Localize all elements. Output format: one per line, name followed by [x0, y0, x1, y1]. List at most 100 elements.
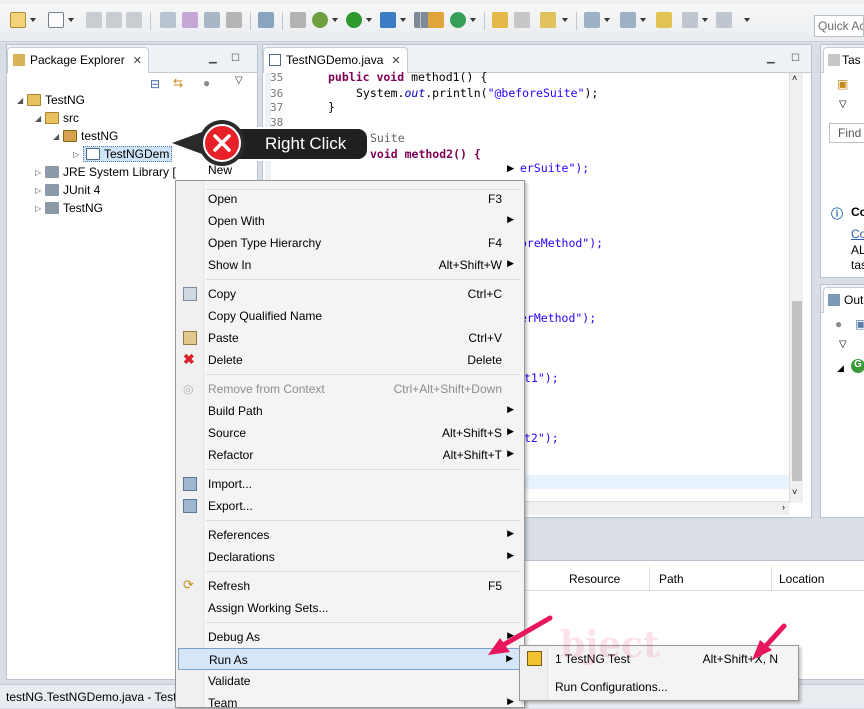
forward-icon[interactable] — [716, 12, 732, 28]
menu-item-delete[interactable]: ✖ Delete Delete — [178, 349, 522, 371]
new-icon[interactable] — [10, 12, 26, 28]
collapse-arrow-icon[interactable]: ▷ — [35, 204, 45, 213]
chevron-up-icon[interactable]: ˄ — [792, 73, 797, 83]
chevron-down-icon[interactable] — [400, 18, 406, 22]
menu-item-copy-qualified-name[interactable]: Copy Qualified Name — [178, 305, 522, 327]
chevron-down-icon[interactable] — [470, 18, 476, 22]
library-icon — [45, 184, 59, 196]
expand-arrow-icon[interactable]: ◢ — [35, 114, 45, 123]
collapse-all-icon[interactable]: ⊟ — [150, 77, 160, 91]
tree-item-testng-lib[interactable]: ▷ TestNG — [35, 199, 103, 217]
chevron-down-icon[interactable] — [332, 18, 338, 22]
menu-item-copy[interactable]: Copy Ctrl+C — [178, 283, 522, 305]
run-icon[interactable] — [346, 12, 362, 28]
maximize-icon[interactable]: ☐ — [791, 53, 800, 64]
save-all-icon[interactable] — [106, 12, 122, 28]
new-file-icon[interactable] — [48, 12, 64, 28]
view-menu-icon[interactable]: ▽ — [839, 339, 847, 350]
menu-item-references[interactable]: References ▶ — [178, 524, 522, 546]
menu-item-refresh[interactable]: ⟳ Refresh F5 — [178, 575, 522, 597]
sort-icon[interactable]: ▣ — [855, 317, 864, 331]
new-task-icon[interactable]: ▣ — [837, 77, 848, 91]
focus-task-icon[interactable]: ● — [203, 76, 210, 90]
chevron-down-icon[interactable] — [640, 18, 646, 22]
back-icon[interactable] — [682, 12, 698, 28]
column-path[interactable]: Path — [659, 572, 684, 586]
pin-icon[interactable] — [160, 12, 176, 28]
editor-vertical-scrollbar[interactable]: ˄ ˅ — [789, 73, 803, 503]
open-type-icon[interactable] — [492, 12, 508, 28]
find-input[interactable]: Find — [829, 123, 864, 143]
skip-breakpoints-icon[interactable] — [258, 12, 274, 28]
maximize-icon[interactable]: ☐ — [231, 53, 240, 64]
print-icon[interactable] — [126, 12, 142, 28]
chevron-down-icon[interactable] — [562, 18, 568, 22]
chevron-right-icon[interactable]: › — [782, 502, 785, 512]
menu-item-assign-working-sets[interactable]: Assign Working Sets... — [178, 597, 522, 619]
tree-item-src[interactable]: ◢ src — [35, 109, 79, 127]
menu-item-show-in[interactable]: Show In Alt+Shift+W ▶ — [178, 254, 522, 276]
menu-item-source[interactable]: Source Alt+Shift+S ▶ — [178, 422, 522, 444]
menu-item-declarations[interactable]: Declarations ▶ — [178, 546, 522, 568]
menu-item-open-type-hierarchy[interactable]: Open Type Hierarchy F4 — [178, 232, 522, 254]
tree-item-junit[interactable]: ▷ JUnit 4 — [35, 181, 100, 199]
menu-item-run-as[interactable]: Run As ▶ — [178, 648, 522, 670]
chevron-down-icon[interactable]: ˅ — [792, 487, 797, 497]
chevron-down-icon[interactable] — [604, 18, 610, 22]
tree-item-testng-project[interactable]: ◢ TestNG — [17, 91, 85, 109]
close-icon[interactable]: ✕ — [133, 55, 142, 67]
menu-item-export[interactable]: Export... — [178, 495, 522, 517]
toggle-icon[interactable] — [204, 12, 220, 28]
menu-item-import[interactable]: Import... — [178, 473, 522, 495]
save-icon[interactable] — [86, 12, 102, 28]
tab-task-list[interactable]: Tas — [823, 47, 864, 73]
tab-outline[interactable]: Out — [823, 287, 864, 313]
collapse-arrow-icon[interactable]: ▷ — [35, 168, 45, 177]
minimize-icon[interactable]: ▁ — [767, 53, 775, 64]
column-resource[interactable]: Resource — [569, 572, 620, 586]
info-link[interactable]: Co — [851, 227, 864, 241]
chevron-down-icon[interactable] — [702, 18, 708, 22]
menu-item-debug-as[interactable]: Debug As ▶ — [178, 626, 522, 648]
column-location[interactable]: Location — [779, 572, 824, 586]
menu-item-refactor[interactable]: Refactor Alt+Shift+T ▶ — [178, 444, 522, 466]
minimize-icon[interactable]: ▁ — [209, 53, 217, 64]
quick-access-input[interactable]: Quick Access — [814, 15, 864, 37]
menu-item-validate[interactable]: Validate — [178, 670, 522, 692]
wand-icon[interactable] — [182, 12, 198, 28]
expand-arrow-icon[interactable]: ◢ — [837, 363, 844, 374]
new-class-icon[interactable] — [450, 12, 466, 28]
prev-annotation-icon[interactable] — [620, 12, 636, 28]
menu-item-paste[interactable]: Paste Ctrl+V — [178, 327, 522, 349]
close-icon[interactable]: ✕ — [391, 55, 400, 67]
next-annotation-icon[interactable] — [584, 12, 600, 28]
chevron-down-icon[interactable] — [30, 18, 36, 22]
focus-icon[interactable]: ● — [835, 317, 842, 331]
collapse-arrow-icon[interactable]: ▷ — [73, 150, 83, 159]
chevron-down-icon[interactable] — [366, 18, 372, 22]
debug-icon[interactable] — [312, 12, 328, 28]
coverage-icon[interactable] — [380, 12, 396, 28]
tree-item-jre[interactable]: ▷ JRE System Library [ — [35, 163, 176, 181]
tree-item-package[interactable]: ◢ testNG — [53, 127, 118, 145]
last-edit-icon[interactable] — [656, 12, 672, 28]
scrollbar-thumb[interactable] — [792, 301, 802, 481]
debug-off-icon[interactable] — [290, 12, 306, 28]
tab-package-explorer[interactable]: Package Explorer ✕ — [7, 47, 149, 73]
new-package-icon[interactable] — [428, 12, 444, 28]
open-task-icon[interactable] — [514, 12, 530, 28]
chevron-down-icon[interactable] — [68, 18, 74, 22]
menu-item-team[interactable]: Team ▶ — [178, 692, 522, 709]
view-menu-icon[interactable]: ▽ — [235, 75, 243, 86]
expand-arrow-icon[interactable]: ◢ — [53, 132, 63, 141]
chevron-down-icon[interactable] — [744, 18, 750, 22]
pen-icon[interactable] — [226, 12, 242, 28]
menu-item-open-with[interactable]: Open With ▶ — [178, 210, 522, 232]
menu-item-open[interactable]: Open F3 — [178, 188, 522, 210]
expand-arrow-icon[interactable]: ◢ — [17, 96, 27, 105]
menu-item-build-path[interactable]: Build Path ▶ — [178, 400, 522, 422]
search-icon[interactable] — [540, 12, 556, 28]
view-menu-icon[interactable]: ▽ — [839, 99, 847, 110]
collapse-arrow-icon[interactable]: ▷ — [35, 186, 45, 195]
link-editor-icon[interactable]: ⇆ — [173, 76, 183, 90]
